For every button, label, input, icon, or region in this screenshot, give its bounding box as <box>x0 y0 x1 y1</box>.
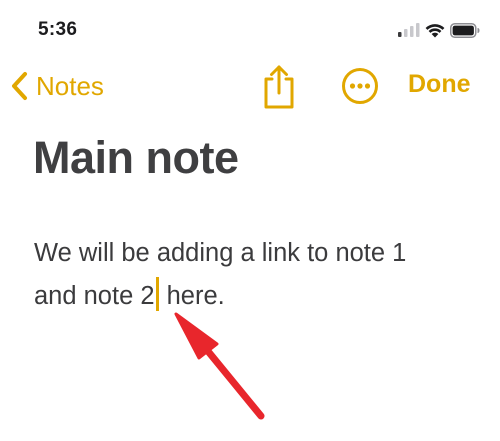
text-cursor <box>155 277 159 311</box>
status-icons <box>398 21 480 39</box>
share-icon[interactable] <box>258 62 300 110</box>
red-annotation-arrow-icon <box>174 312 265 420</box>
cellular-signal-icon <box>398 23 420 37</box>
chevron-left-icon <box>12 72 27 100</box>
note-body-line-1: We will be adding a link to note 1 <box>34 239 407 267</box>
wifi-icon <box>425 23 445 37</box>
note-body-text-before-cursor: and note 2 <box>34 282 155 310</box>
back-button-label: Notes <box>36 70 104 101</box>
back-to-notes-button[interactable]: Notes <box>10 66 104 106</box>
navigation-bar: Notes Done <box>0 58 500 116</box>
more-options-icon[interactable] <box>340 66 380 106</box>
status-bar: 5:36 <box>0 0 500 56</box>
done-button[interactable]: Done <box>408 70 471 99</box>
status-time: 5:36 <box>38 19 78 40</box>
note-title[interactable]: Main note <box>33 132 239 184</box>
battery-icon <box>450 22 480 38</box>
